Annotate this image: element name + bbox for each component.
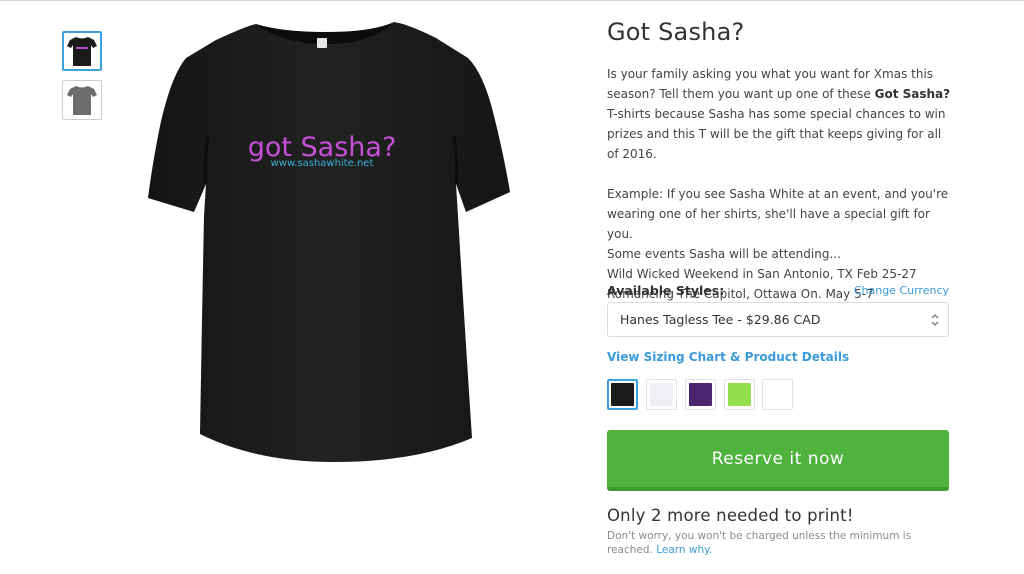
product-shirt-image: got Sasha? www.sashawhite.net	[148, 22, 510, 462]
color-swatch-lime[interactable]	[724, 379, 755, 410]
swatch-fill	[689, 383, 712, 406]
swatch-fill	[728, 383, 751, 406]
color-swatch-white[interactable]	[646, 379, 677, 410]
description-paragraph-3: Some events Sasha will be attending...	[607, 247, 841, 261]
product-description: Is your family asking you what you want …	[607, 64, 952, 304]
event-line-1: Wild Wicked Weekend in San Antonio, TX F…	[607, 267, 917, 281]
sizing-chart-link[interactable]: View Sizing Chart & Product Details	[607, 350, 849, 364]
change-currency-link[interactable]: Change Currency	[854, 284, 949, 297]
swatch-fill	[766, 383, 789, 406]
color-swatch-white-2[interactable]	[762, 379, 793, 410]
product-title: Got Sasha?	[607, 18, 745, 46]
shirt-thumbnail-icon	[67, 37, 97, 66]
color-swatch-black[interactable]	[607, 379, 638, 410]
style-select-value: Hanes Tagless Tee - $29.86 CAD	[620, 312, 821, 327]
select-arrows-icon	[931, 314, 939, 326]
shirt-thumbnail-icon	[67, 86, 97, 115]
top-divider	[0, 0, 1024, 1]
thumbnail-black-shirt[interactable]	[62, 31, 102, 71]
description-paragraph-1: Is your family asking you what you want …	[607, 67, 951, 161]
thumbnail-gray-shirt[interactable]	[62, 80, 102, 120]
color-swatch-purple[interactable]	[685, 379, 716, 410]
style-select[interactable]: Hanes Tagless Tee - $29.86 CAD	[607, 302, 949, 337]
needed-count-text: Only 2 more needed to print!	[607, 506, 854, 525]
description-paragraph-2: Example: If you see Sasha White at an ev…	[607, 187, 949, 241]
swatch-fill	[650, 383, 673, 406]
charge-note: Don't worry, you won't be charged unless…	[607, 530, 912, 556]
learn-why-link[interactable]: Learn why.	[656, 544, 712, 556]
reserve-button[interactable]: Reserve it now	[607, 430, 949, 491]
available-styles-label: Available Styles:	[607, 283, 725, 298]
shirt-print-url: www.sashawhite.net	[271, 158, 374, 169]
swatch-fill	[611, 383, 634, 406]
